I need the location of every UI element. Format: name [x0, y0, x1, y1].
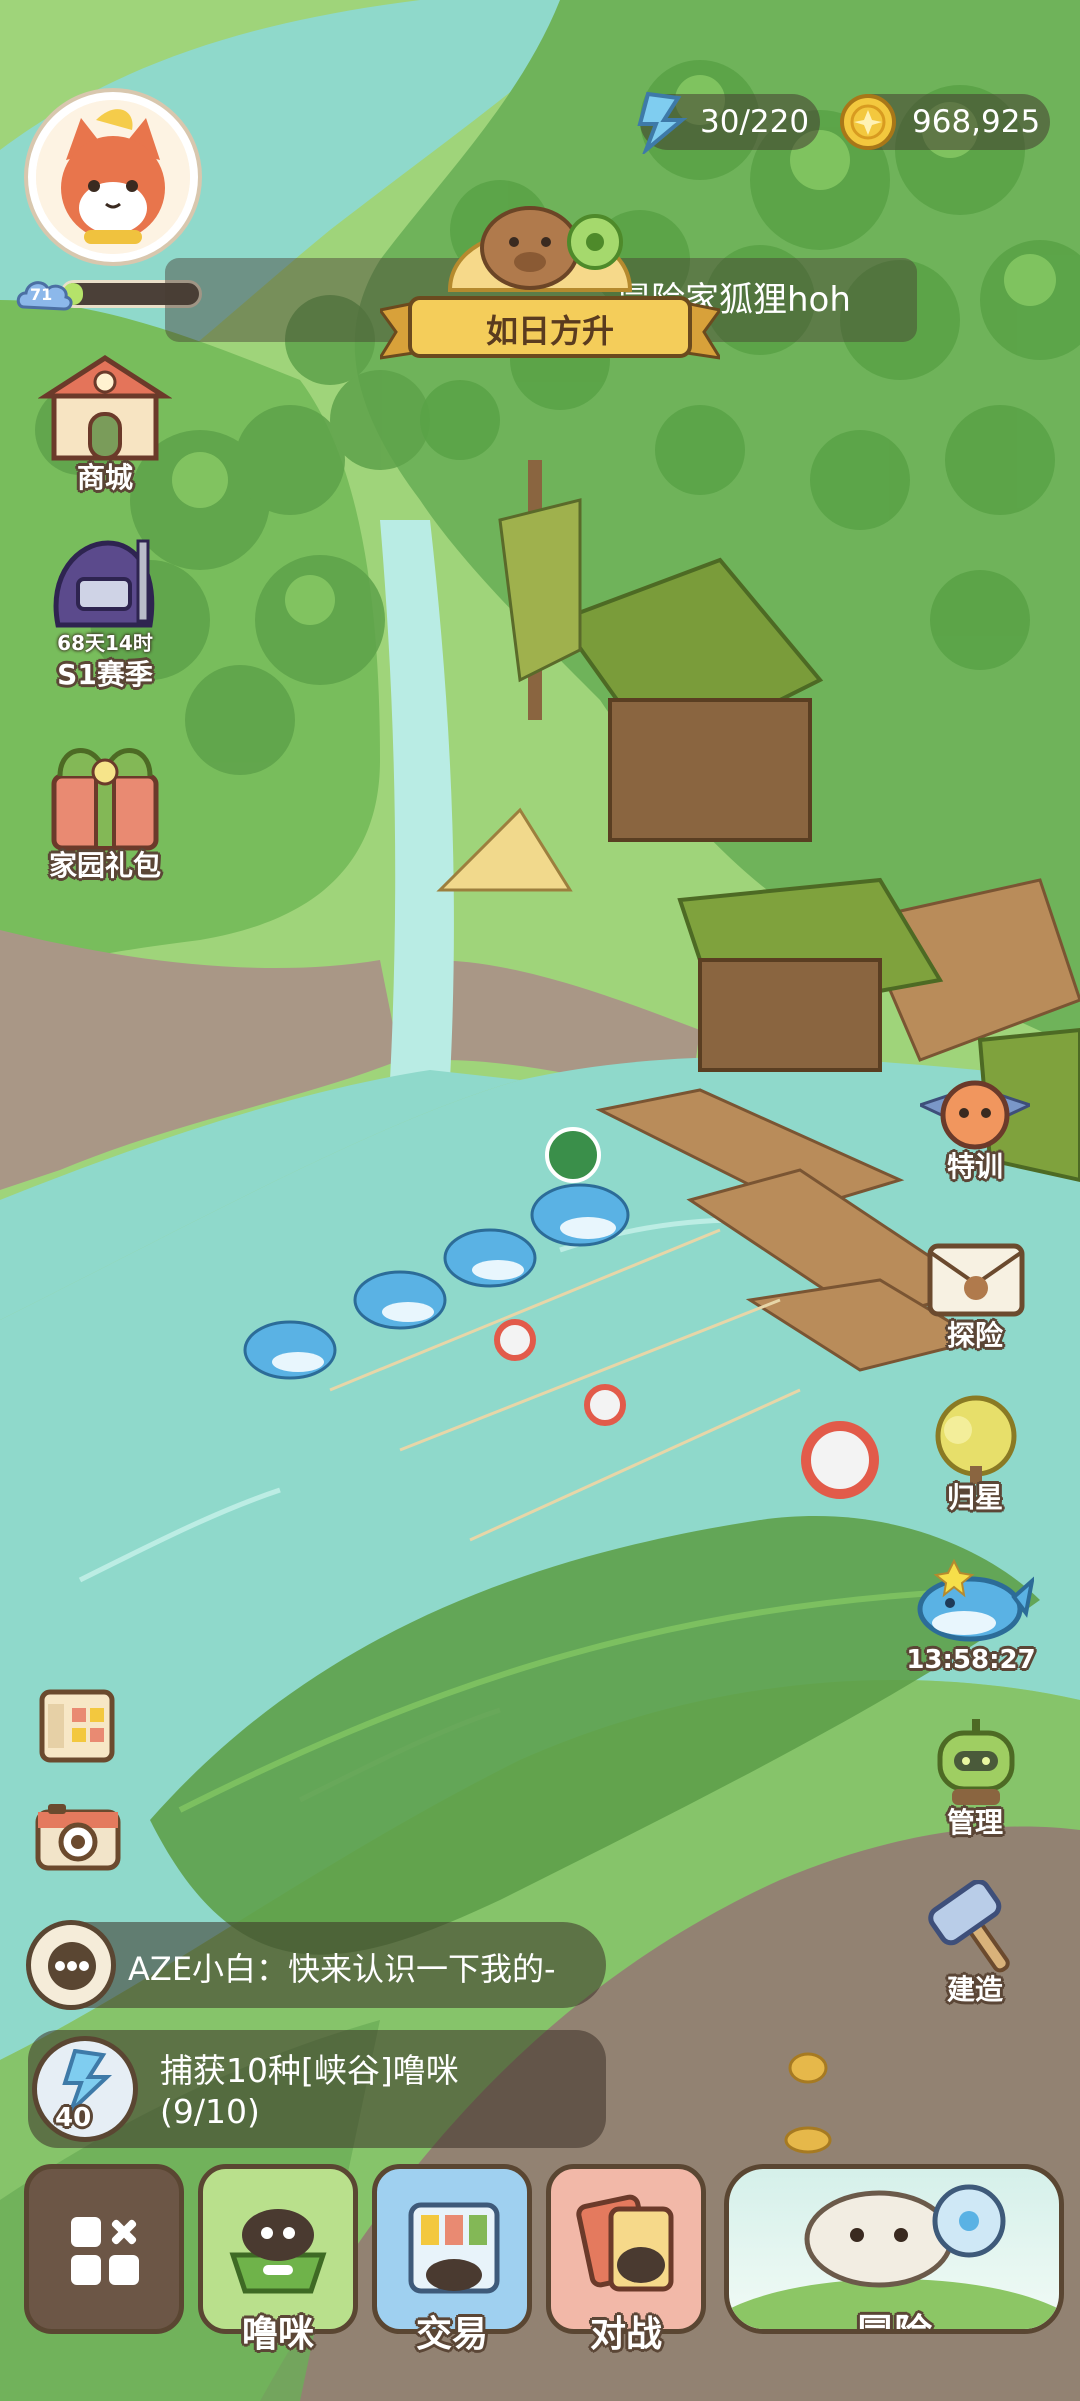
energy-crystal-icon [637, 91, 688, 154]
whale-event-timer: 13:58:27 [906, 1645, 1036, 1675]
gift-box-icon [51, 748, 159, 851]
return-star-label: 归星 [946, 1481, 1003, 1514]
energy-counter[interactable]: 30/220 [637, 91, 820, 154]
main-menu-button[interactable] [24, 2164, 184, 2334]
pet-bowl-icon [229, 2209, 327, 2294]
level-badge: 71 [16, 275, 74, 315]
nav-battle-button[interactable]: 对战 [546, 2164, 706, 2355]
whale-event-button[interactable]: 13:58:27 [906, 1555, 1036, 1685]
chat-message: AZE小白：快来认识一下我的- [128, 1950, 556, 1988]
player-title: 如日方升 [485, 312, 614, 350]
chat-bubble-button[interactable] [26, 1920, 116, 2010]
gold-coin-icon [840, 94, 896, 150]
knight-helmet-icon [53, 539, 155, 628]
home-gift-button[interactable]: 家园礼包 [30, 732, 180, 892]
level-number: 71 [30, 285, 53, 304]
fox-portrait-icon [36, 100, 190, 254]
build-label: 建造 [946, 1973, 1003, 2006]
nav-trade-button[interactable]: 交易 [372, 2164, 532, 2355]
whale-icon [917, 1558, 1034, 1642]
manage-label: 管理 [946, 1806, 1003, 1839]
home-gift-label: 家园礼包 [48, 849, 161, 882]
nav-trade-label: 交易 [415, 2314, 488, 2355]
quest-tracker[interactable]: 40 捕获10种[峡谷]噜咪 (9/10) [28, 2030, 606, 2148]
manage-button[interactable]: 管理 [910, 1715, 1040, 1845]
season-timer: 68天14时 [57, 631, 153, 655]
battle-cards-icon [576, 2194, 674, 2292]
camera-icon [35, 1804, 121, 1871]
shop-house-icon [38, 355, 172, 461]
robot-manager-icon [937, 1719, 1015, 1805]
season-label: S1赛季 [57, 658, 153, 691]
player-avatar[interactable] [28, 92, 198, 262]
nav-adventure-button[interactable]: 冒险 [724, 2164, 1064, 2334]
chat-bar[interactable]: AZE小白：快来认识一下我的- [26, 1920, 606, 2010]
nav-adventure-label: 冒险 [855, 2311, 932, 2334]
training-label: 特训 [946, 1150, 1003, 1183]
camera-button[interactable] [34, 1800, 122, 1872]
gold-value: 968,925 [912, 104, 1041, 140]
title-ribbon[interactable]: 如日方升 [380, 292, 720, 372]
energy-value: 30/220 [700, 104, 810, 140]
envelope-icon [927, 1243, 1025, 1317]
grid-menu-icon [71, 2217, 139, 2285]
trade-shop-icon [408, 2202, 500, 2294]
return-star-button[interactable]: 归星 [910, 1392, 1040, 1522]
blueprint-button[interactable] [36, 1686, 120, 1766]
quest-progress: (9/10) [160, 2092, 260, 2131]
star-tree-icon [935, 1395, 1017, 1484]
quest-reward-badge: 40 [32, 2036, 138, 2142]
scroll-map-icon [39, 1689, 115, 1763]
nav-battle-label: 对战 [589, 2314, 662, 2355]
winged-head-icon [920, 1080, 1030, 1150]
ellipsis-chat-icon [48, 1942, 96, 1990]
nav-pets-button[interactable]: 噜咪 [198, 2164, 358, 2355]
nav-pets-label: 噜咪 [241, 2314, 314, 2355]
gold-counter[interactable]: 968,925 [840, 94, 1050, 150]
explore-label: 探险 [946, 1319, 1003, 1352]
shop-button[interactable]: 商城 [30, 352, 180, 494]
hammer-icon [928, 1880, 1010, 1973]
explore-button[interactable]: 探险 [910, 1238, 1040, 1358]
quest-title: 捕获10种[峡谷]噜咪 [160, 2051, 459, 2090]
training-button[interactable]: 特训 [910, 1075, 1040, 1195]
build-button[interactable]: 建造 [910, 1880, 1040, 2010]
season-button[interactable]: 68天14时 S1赛季 [30, 535, 180, 695]
quest-reward-amount: 40 [55, 2103, 92, 2133]
capybara-title-icon [447, 206, 633, 292]
shop-label: 商城 [76, 461, 133, 494]
